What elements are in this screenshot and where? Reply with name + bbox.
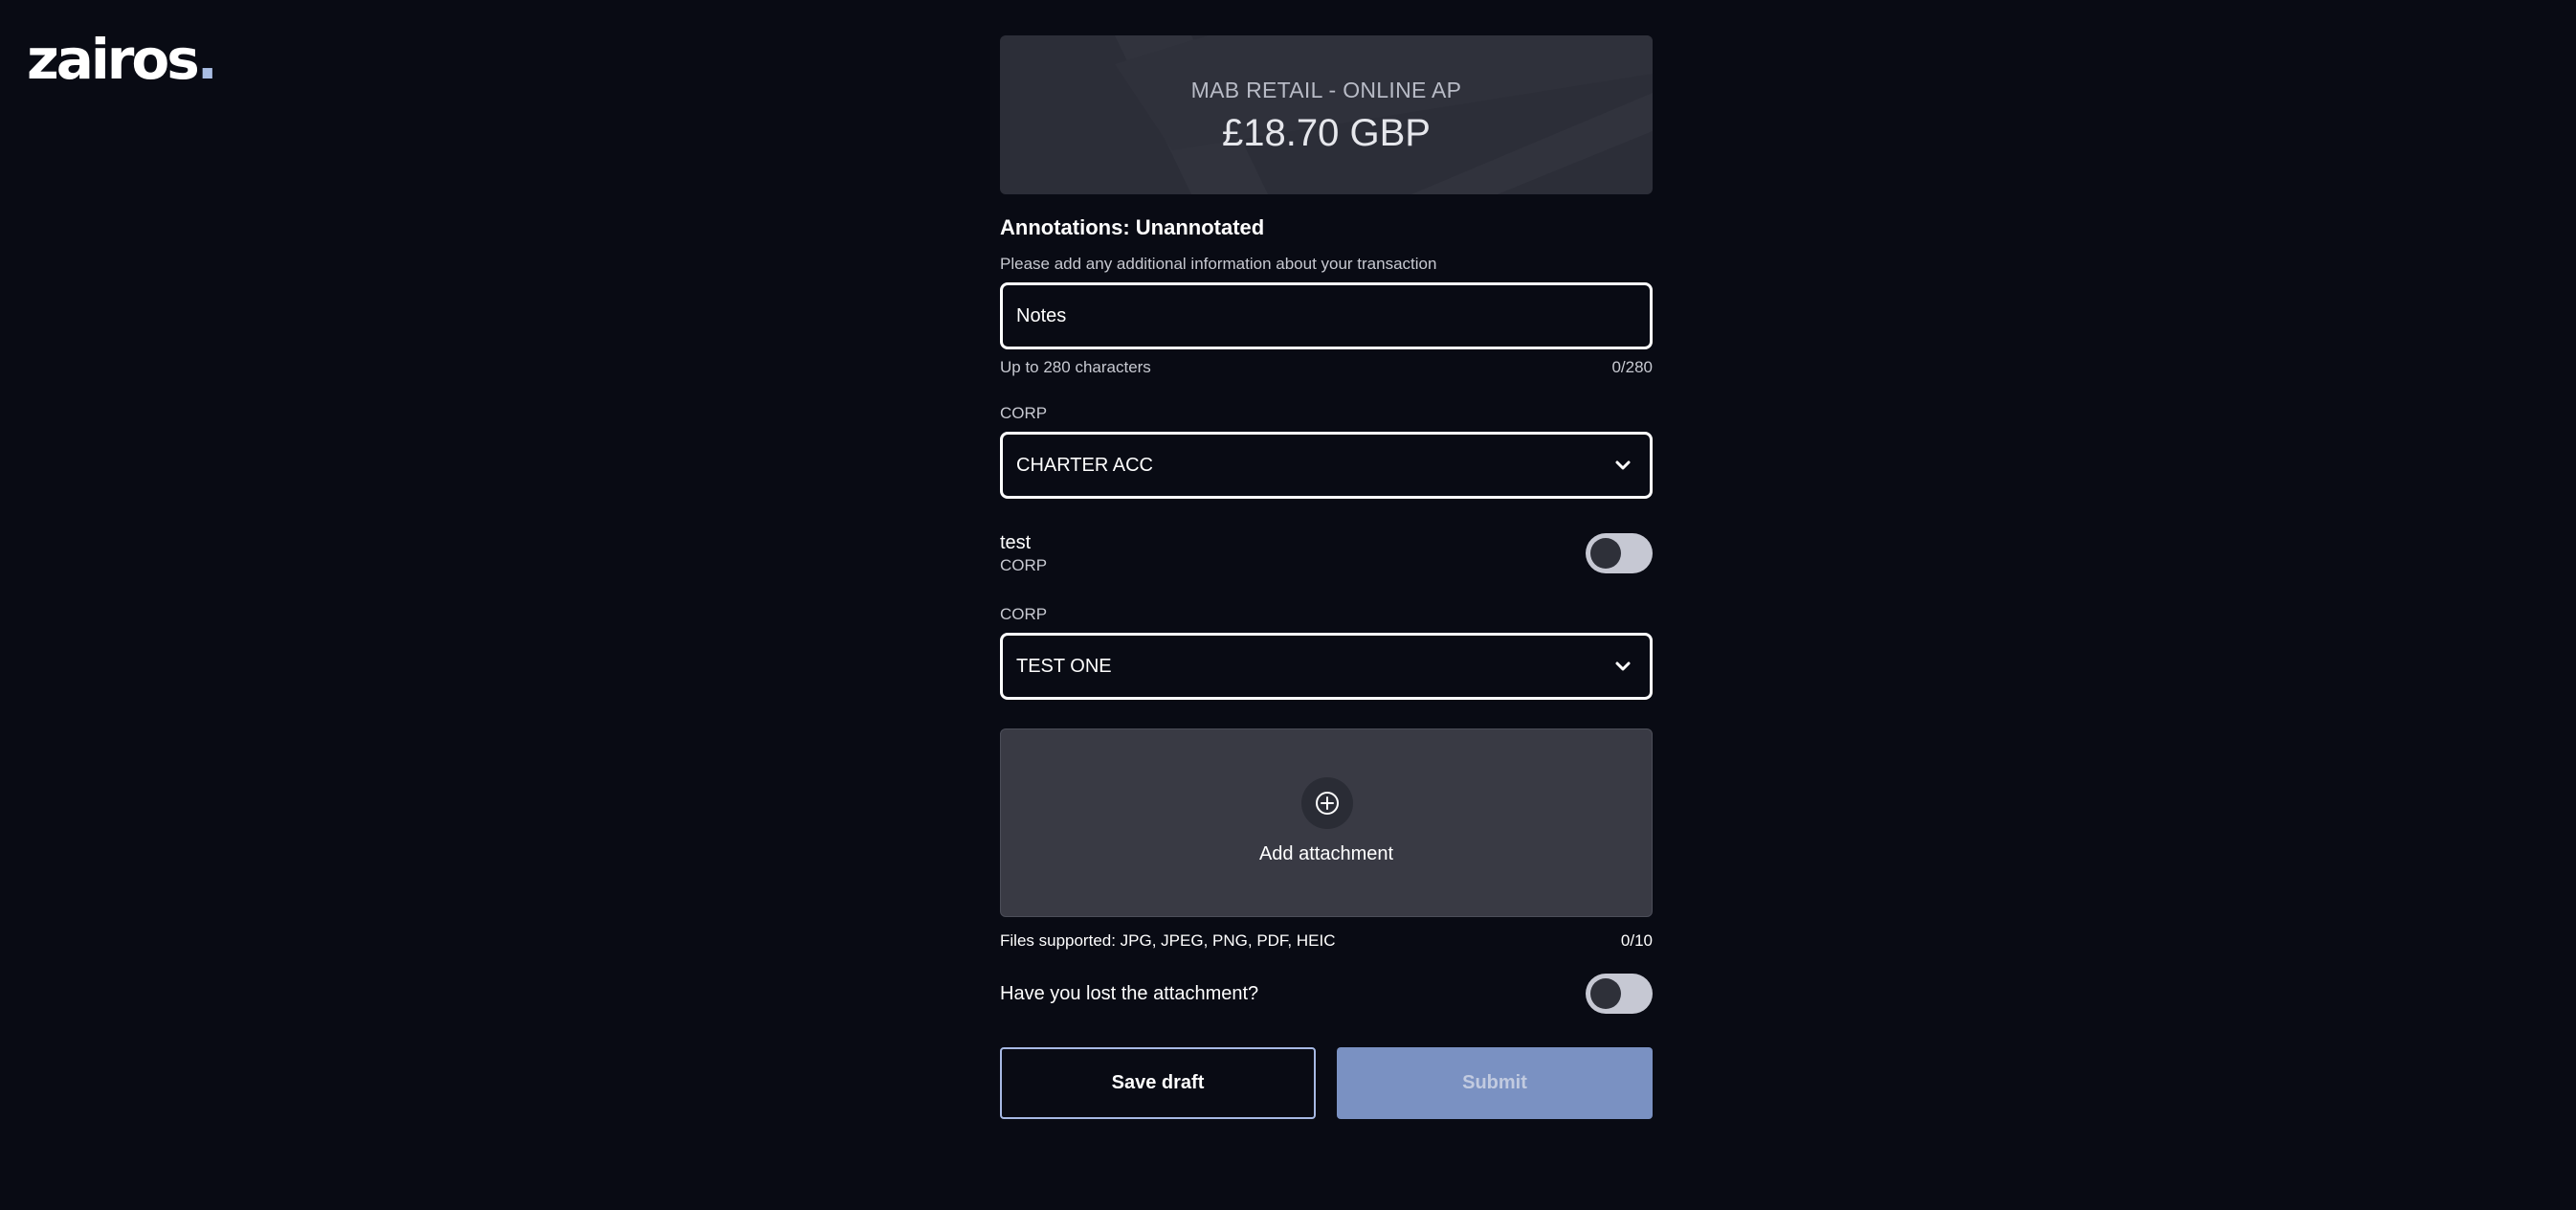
test-toggle-switch[interactable] <box>1586 533 1653 573</box>
test-toggle-title: test <box>1000 532 1032 553</box>
attachment-meta: Files supported: JPG, JPEG, PNG, PDF, HE… <box>1000 930 1653 952</box>
lost-attachment-row: Have you lost the attachment? <box>1000 973 1653 1015</box>
lost-attachment-toggle[interactable] <box>1586 974 1653 1014</box>
notes-input[interactable]: Notes <box>1000 282 1653 349</box>
test-toggle-row: test CORP <box>1000 531 1653 575</box>
notes-meta: Up to 280 characters 0/280 <box>1000 357 1653 378</box>
corp-select-value: TEST ONE <box>1016 655 1112 677</box>
annotations-help-text: Please add any additional information ab… <box>1000 255 1437 273</box>
add-attachment-label: Add attachment <box>1258 843 1394 864</box>
toggle-knob <box>1590 978 1621 1009</box>
add-circle-icon <box>1301 777 1353 829</box>
add-attachment-dropzone[interactable]: Add attachment <box>1000 728 1653 917</box>
attachment-count: 0/10 <box>1620 931 1653 950</box>
transaction-card: MAB RETAIL - ONLINE AP £18.70 GBP <box>1000 35 1653 194</box>
notes-char-count: 0/280 <box>1611 358 1653 376</box>
logo-text: zairos <box>27 27 200 92</box>
form-actions: Save draft Submit <box>1000 1047 1653 1119</box>
corp-select-charter[interactable]: CHARTER ACC <box>1000 432 1653 499</box>
notes-placeholder: Notes <box>1016 304 1067 326</box>
corp-select-label: CORP <box>1000 404 1048 422</box>
toggle-knob <box>1590 538 1621 569</box>
files-supported-text: Files supported: JPG, JPEG, PNG, PDF, HE… <box>1000 931 1336 950</box>
annotation-form: MAB RETAIL - ONLINE AP £18.70 GBP Annota… <box>1000 35 1653 1119</box>
corp-select-value: CHARTER ACC <box>1016 454 1153 476</box>
chevron-down-icon <box>1615 661 1631 671</box>
lost-attachment-label: Have you lost the attachment? <box>1000 982 1259 1004</box>
transaction-amount: £18.70 GBP <box>1222 112 1431 154</box>
merchant-name: MAB RETAIL - ONLINE AP <box>1190 78 1462 102</box>
notes-limit-text: Up to 280 characters <box>1000 358 1151 376</box>
corp-select-test-one[interactable]: TEST ONE <box>1000 633 1653 700</box>
page: zairos. MAB RETAIL - ONLINE AP £18.70 GB… <box>0 0 2576 1210</box>
chevron-down-icon <box>1615 460 1631 470</box>
logo-dot: . <box>196 27 218 92</box>
save-draft-button[interactable]: Save draft <box>1000 1047 1316 1119</box>
test-toggle-subtitle: CORP <box>1000 556 1048 574</box>
test-toggle-texts: test CORP <box>1000 530 1047 576</box>
annotations-title: Annotations: Unannotated <box>1000 215 1265 239</box>
submit-button[interactable]: Submit <box>1337 1047 1653 1119</box>
corp-select-label: CORP <box>1000 605 1048 623</box>
plus-circle-icon <box>1316 792 1339 815</box>
zairos-logo[interactable]: zairos. <box>27 27 218 92</box>
